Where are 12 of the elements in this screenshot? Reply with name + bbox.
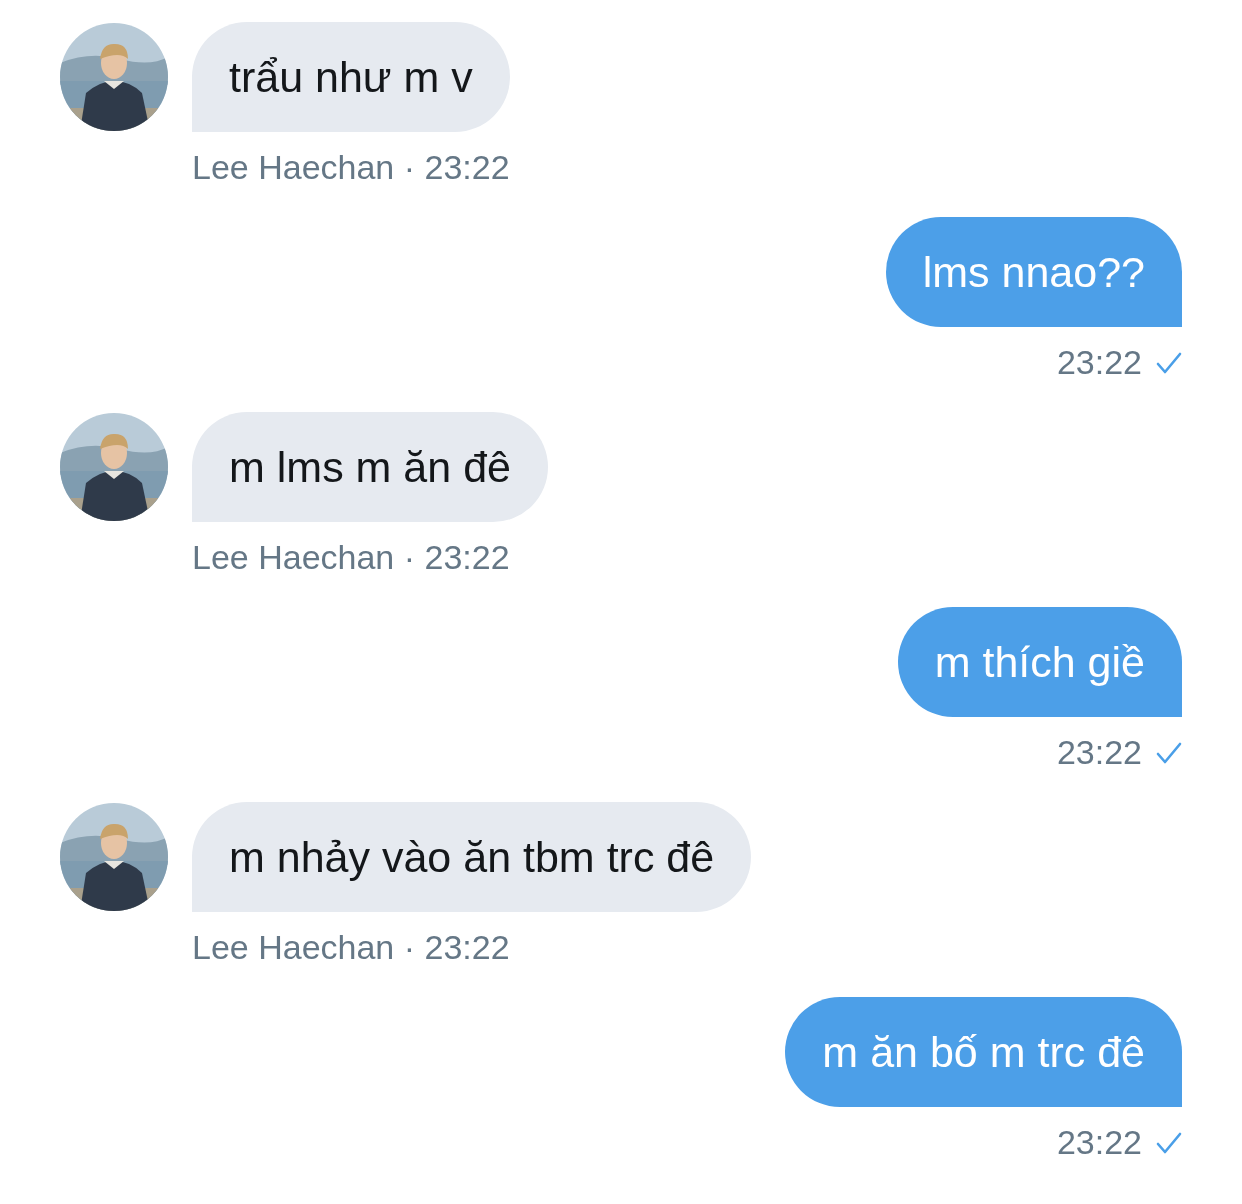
message-bubble: m lms m ăn đê — [192, 412, 548, 522]
message-bubble: m nhảy vào ăn tbm trc đê — [192, 802, 752, 912]
message-bubble: lms nnao?? — [885, 217, 1182, 327]
message-bubble: m ăn bố m trc đê — [785, 997, 1182, 1107]
message-bubble: trẩu như m v — [192, 22, 510, 132]
message-time: 23:22 — [1056, 343, 1142, 382]
message-meta: Lee Haechan · 23:22 — [192, 538, 511, 577]
message-time: 23:22 — [1056, 1123, 1142, 1162]
message-time: 23:22 — [1056, 733, 1142, 772]
message-meta: Lee Haechan · 23:22 — [192, 928, 511, 967]
message-bubble: m thích giề — [897, 607, 1182, 717]
message-meta: Lee Haechan · 23:22 — [192, 148, 511, 187]
